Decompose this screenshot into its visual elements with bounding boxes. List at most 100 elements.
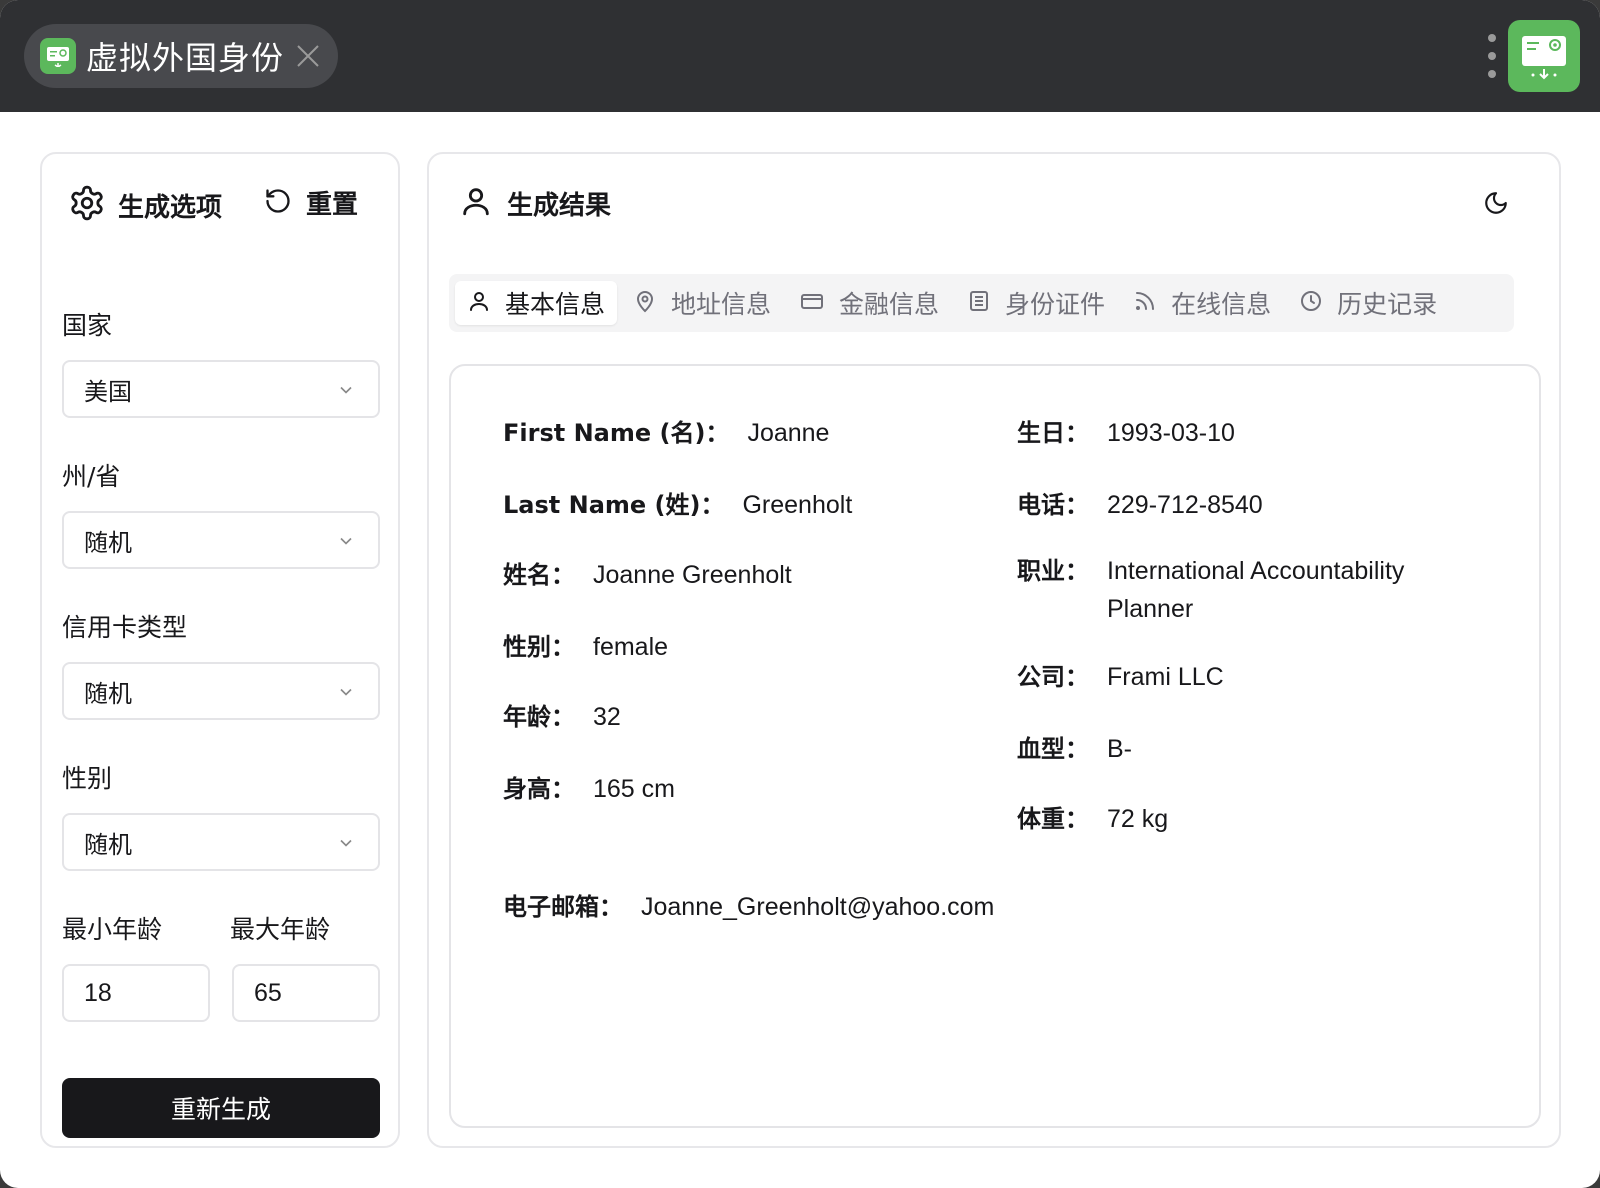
min-age-input[interactable]: 18 <box>62 964 210 1022</box>
extension-icon[interactable] <box>1508 20 1580 92</box>
company-label: 公司： <box>1017 663 1089 691</box>
chevron-down-icon <box>336 531 356 556</box>
job-row: 职业： International Accountability Planner <box>1017 552 1467 628</box>
browser-tab[interactable]: 虚拟外国身份 <box>24 24 338 88</box>
tab-label: 金融信息 <box>839 290 940 319</box>
age-label: 年龄： <box>503 703 575 731</box>
tab-finance-info[interactable]: 金融信息 <box>787 281 951 325</box>
state-label: 州/省 <box>62 462 121 491</box>
gender-label: 性别 <box>62 764 113 793</box>
result-header: 生成结果 <box>459 184 611 223</box>
height-row: 身高： 165 cm <box>503 770 675 808</box>
gender-field-value: female <box>593 633 669 661</box>
age-value: 32 <box>593 703 621 731</box>
reset-button[interactable]: 重置 <box>264 184 358 221</box>
chevron-down-icon <box>336 833 356 858</box>
tab-label: 基本信息 <box>505 290 606 319</box>
last-name-label: Last Name (姓)： <box>503 491 725 519</box>
email-label: 电子邮箱： <box>503 893 623 921</box>
credit-card-icon <box>799 289 825 318</box>
tab-basic-info[interactable]: 基本信息 <box>455 281 618 325</box>
result-tabs: 基本信息 地址信息 金融信息 身份证件 在线信息 历史记录 <box>449 274 1514 332</box>
tab-id-documents[interactable]: 身份证件 <box>955 281 1117 325</box>
document-icon <box>967 289 991 318</box>
user-icon <box>459 184 493 223</box>
regenerate-button[interactable]: 重新生成 <box>62 1078 380 1138</box>
tab-label: 在线信息 <box>1171 290 1272 319</box>
min-age-label: 最小年龄 <box>62 915 163 944</box>
birthday-row: 生日： 1993-03-10 <box>1017 414 1235 452</box>
tab-label: 身份证件 <box>1005 290 1106 319</box>
tab-history[interactable]: 历史记录 <box>1287 281 1449 325</box>
card-type-select[interactable]: 随机 <box>62 662 380 720</box>
blood-label: 血型： <box>1017 735 1089 763</box>
tab-label: 历史记录 <box>1337 290 1438 319</box>
title-bar: 虚拟外国身份 <box>0 0 1600 112</box>
app-logo-icon <box>40 38 76 74</box>
phone-label: 电话： <box>1017 491 1089 519</box>
birthday-value: 1993-03-10 <box>1107 419 1235 447</box>
tab-label: 地址信息 <box>671 290 772 319</box>
chevron-down-icon <box>336 380 356 405</box>
gender-value: 随机 <box>84 830 132 859</box>
state-value: 随机 <box>84 528 132 557</box>
gender-field-label: 性别： <box>503 633 575 661</box>
full-name-row: 姓名： Joanne Greenholt <box>503 556 792 594</box>
tab-title: 虚拟外国身份 <box>86 39 285 77</box>
app-window: 虚拟外国身份 生成选项 重置 国家 美国 州/省 随机 信用卡类型 随机 性别 … <box>0 0 1600 1188</box>
reset-label: 重置 <box>306 190 359 220</box>
options-header: 生成选项 <box>68 184 222 227</box>
first-name-value: Joanne <box>747 419 830 447</box>
result-title: 生成结果 <box>507 191 612 221</box>
gender-select[interactable]: 随机 <box>62 813 380 871</box>
chevron-down-icon <box>336 682 356 707</box>
full-name-value: Joanne Greenholt <box>593 561 792 589</box>
height-value: 165 cm <box>593 775 675 803</box>
basic-info-content: First Name (名)： Joanne Last Name (姓)： Gr… <box>449 364 1541 1128</box>
company-value: Frami LLC <box>1107 663 1224 691</box>
email-value: Joanne_Greenholt@yahoo.com <box>641 893 995 921</box>
age-row: 年龄： 32 <box>503 698 621 736</box>
first-name-row: First Name (名)： Joanne <box>503 414 829 452</box>
birthday-label: 生日： <box>1017 419 1089 447</box>
more-options-icon[interactable] <box>1483 34 1501 78</box>
clock-icon <box>1299 289 1323 318</box>
job-value: International Accountability Planner <box>1107 557 1405 623</box>
company-row: 公司： Frami LLC <box>1017 658 1224 696</box>
gender-row: 性别： female <box>503 628 668 666</box>
rss-icon <box>1133 289 1157 318</box>
weight-value: 72 kg <box>1107 805 1169 833</box>
height-label: 身高： <box>503 775 575 803</box>
card-type-label: 信用卡类型 <box>62 613 188 642</box>
map-pin-icon <box>633 289 657 318</box>
card-type-value: 随机 <box>84 679 132 708</box>
close-tab-icon[interactable] <box>292 40 324 72</box>
job-label: 职业： <box>1017 557 1089 585</box>
phone-value: 229-712-8540 <box>1107 491 1263 519</box>
rotate-ccw-icon <box>264 187 292 218</box>
tab-online-info[interactable]: 在线信息 <box>1121 281 1283 325</box>
moon-icon[interactable] <box>1483 190 1509 221</box>
user-icon <box>467 289 491 318</box>
max-age-label: 最大年龄 <box>230 915 331 944</box>
country-select[interactable]: 美国 <box>62 360 380 418</box>
options-panel: 生成选项 重置 国家 美国 州/省 随机 信用卡类型 随机 性别 随机 最小年龄… <box>40 152 400 1148</box>
weight-label: 体重： <box>1017 805 1089 833</box>
options-title: 生成选项 <box>118 193 223 223</box>
gear-icon <box>68 184 106 227</box>
country-label: 国家 <box>62 311 113 340</box>
full-name-label: 姓名： <box>503 561 575 589</box>
phone-row: 电话： 229-712-8540 <box>1017 486 1263 524</box>
result-panel: 生成结果 基本信息 地址信息 金融信息 身份证件 在线信息 历史记录 First… <box>427 152 1561 1148</box>
last-name-value: Greenholt <box>742 491 853 519</box>
last-name-row: Last Name (姓)： Greenholt <box>503 486 852 524</box>
weight-row: 体重： 72 kg <box>1017 800 1168 838</box>
first-name-label: First Name (名)： <box>503 419 730 447</box>
country-value: 美国 <box>84 377 132 406</box>
state-select[interactable]: 随机 <box>62 511 380 569</box>
email-row: 电子邮箱： Joanne_Greenholt@yahoo.com <box>503 888 994 926</box>
max-age-input[interactable]: 65 <box>232 964 380 1022</box>
blood-value: B- <box>1107 735 1132 763</box>
tab-address-info[interactable]: 地址信息 <box>621 281 783 325</box>
blood-row: 血型： B- <box>1017 730 1132 768</box>
